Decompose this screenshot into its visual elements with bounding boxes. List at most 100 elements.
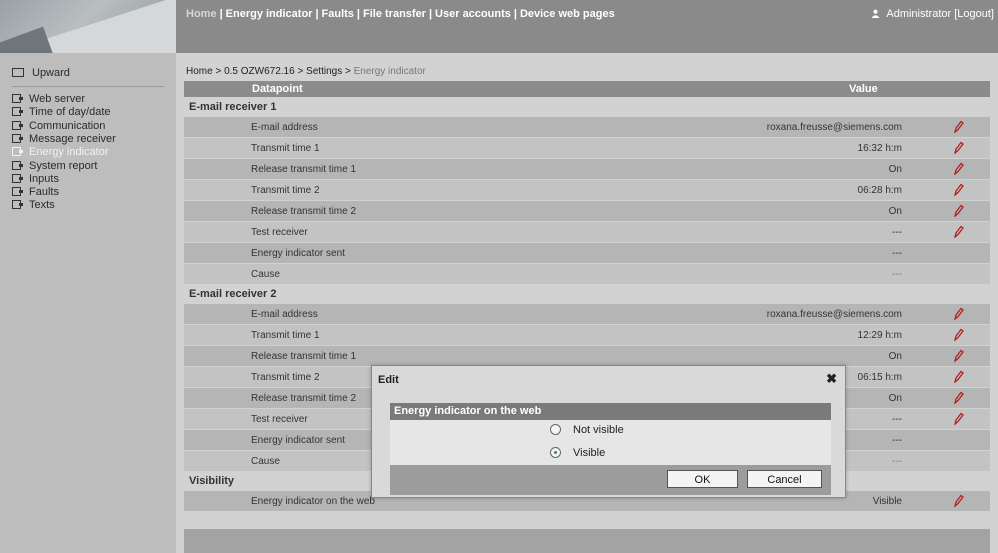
datapoint-label: Cause (251, 269, 280, 280)
nav-item[interactable]: User accounts (435, 8, 511, 20)
sidebar: Upward Web server Time of day/date Communi… (0, 53, 176, 553)
nav-item[interactable]: File transfer (363, 8, 426, 20)
datapoint-label: Release transmit time 2 (251, 206, 357, 217)
ok-button[interactable]: OK (667, 470, 738, 488)
page-arrow-icon (12, 173, 23, 183)
page-arrow-icon (12, 187, 23, 197)
edit-pencil-icon[interactable] (952, 494, 964, 508)
datapoint-value: 16:32 h:m (857, 143, 902, 154)
sidebar-item[interactable]: Time of day/date (12, 106, 111, 118)
datapoint-label: Release transmit time 1 (251, 164, 357, 175)
option-not-visible[interactable]: Not visible (550, 424, 624, 436)
datapoint-label: Energy indicator on the web (251, 496, 375, 507)
edit-pencil-icon[interactable] (952, 349, 964, 363)
sidebar-item[interactable]: Energy indicator (12, 146, 109, 158)
sidebar-item[interactable]: Texts (12, 199, 55, 211)
logo-banner (0, 0, 176, 53)
table-row: E-mail address roxana.freusse@siemens.com (184, 116, 990, 137)
datapoint-value: 06:28 h:m (857, 185, 902, 196)
datapoint-label: Release transmit time 1 (251, 351, 357, 362)
logout-link[interactable]: [Logout] (954, 8, 994, 20)
datapoint-label: Transmit time 2 (251, 185, 320, 196)
datapoint-value: --- (892, 456, 902, 467)
username: Administrator (886, 8, 952, 20)
nav-item[interactable]: Device web pages (520, 8, 615, 20)
cancel-button[interactable]: Cancel (747, 470, 822, 488)
sidebar-item-label: System report (29, 159, 98, 172)
sidebar-item[interactable]: Communication (12, 120, 105, 132)
breadcrumb-current: Energy indicator (353, 66, 426, 77)
sidebar-item-label: Communication (29, 119, 106, 132)
footer-bar (184, 529, 990, 553)
datapoint-value: --- (892, 227, 902, 238)
top-bar: Home | Energy indicator | Faults | File transf… (176, 0, 998, 53)
table-row: Energy indicator sent --- (184, 242, 990, 263)
table-row: Test receiver --- (184, 221, 990, 242)
edit-pencil-icon[interactable] (952, 225, 964, 239)
edit-pencil-icon[interactable] (952, 162, 964, 176)
dialog-header: Energy indicator on the web (390, 403, 831, 420)
edit-pencil-icon[interactable] (952, 204, 964, 218)
datapoint-label: E-mail address (251, 309, 318, 320)
nav-separator: | (356, 8, 360, 20)
table-row: Release transmit time 2 On (184, 200, 990, 221)
top-navigation: Home | Energy indicator | Faults | File transf… (186, 8, 615, 20)
section-header: E-mail receiver 1 (184, 97, 990, 116)
page-arrow-icon (12, 200, 23, 210)
edit-pencil-icon[interactable] (952, 307, 964, 321)
datapoint-label: Transmit time 2 (251, 372, 320, 383)
option-visible[interactable]: Visible (550, 447, 605, 459)
header-value: Value (849, 83, 878, 95)
edit-pencil-icon[interactable] (952, 328, 964, 342)
table-row: Cause --- (184, 263, 990, 284)
option-not-visible-label: Not visible (573, 424, 624, 436)
nav-item[interactable]: Faults (322, 8, 354, 20)
datapoint-value: On (888, 351, 902, 362)
sidebar-divider (12, 86, 164, 87)
edit-dialog: Edit ✖ Energy indicator on the web Not v… (371, 365, 846, 498)
radio-visible[interactable] (550, 447, 561, 458)
sidebar-item[interactable]: Faults (12, 186, 59, 198)
sidebar-item-label: Texts (29, 199, 55, 212)
sidebar-item-label: Time of day/date (29, 106, 111, 119)
sidebar-item[interactable]: Inputs (12, 173, 59, 185)
datapoint-value: roxana.freusse@siemens.com (766, 122, 902, 133)
radio-not-visible[interactable] (550, 424, 561, 435)
page-arrow-icon (12, 160, 23, 170)
nav-item[interactable]: Energy indicator (226, 8, 313, 20)
table-row: Transmit time 2 06:28 h:m (184, 179, 990, 200)
sidebar-item[interactable]: System report (12, 160, 97, 172)
section-title: Visibility (189, 475, 235, 487)
datapoint-value: On (888, 206, 902, 217)
datapoint-value: 06:15 h:m (857, 372, 902, 383)
nav-separator: | (219, 8, 223, 20)
datapoint-label: Cause (251, 456, 280, 467)
datapoint-value: roxana.freusse@siemens.com (766, 309, 902, 320)
sidebar-item[interactable]: Web server (12, 93, 85, 105)
sidebar-upward[interactable]: Upward (12, 67, 70, 79)
edit-pencil-icon[interactable] (952, 183, 964, 197)
user-icon (871, 9, 880, 18)
section-title: E-mail receiver 2 (189, 288, 277, 300)
datapoint-value: On (888, 164, 902, 175)
sidebar-item-label: Faults (29, 186, 59, 199)
edit-pencil-icon[interactable] (952, 120, 964, 134)
breadcrumb-path[interactable]: Home > 0.5 OZW672.16 > Settings > (186, 66, 354, 77)
datapoint-value: --- (892, 435, 902, 446)
close-icon[interactable]: ✖ (826, 371, 837, 387)
nav-item[interactable]: Home (186, 8, 217, 20)
datapoint-label: Energy indicator sent (251, 435, 345, 446)
page-arrow-icon (12, 147, 23, 157)
edit-pencil-icon[interactable] (952, 412, 964, 426)
datapoint-label: E-mail address (251, 122, 318, 133)
datapoint-value: Visible (872, 496, 902, 507)
sidebar-item[interactable]: Message receiver (12, 133, 116, 145)
datapoint-value: On (888, 393, 902, 404)
edit-pencil-icon[interactable] (952, 370, 964, 384)
datapoint-value: --- (892, 414, 902, 425)
dialog-footer: OK Cancel (390, 465, 831, 495)
edit-pencil-icon[interactable] (952, 141, 964, 155)
sidebar-item-label: Energy indicator (29, 146, 109, 159)
datapoint-label: Energy indicator sent (251, 248, 345, 259)
edit-pencil-icon[interactable] (952, 391, 964, 405)
